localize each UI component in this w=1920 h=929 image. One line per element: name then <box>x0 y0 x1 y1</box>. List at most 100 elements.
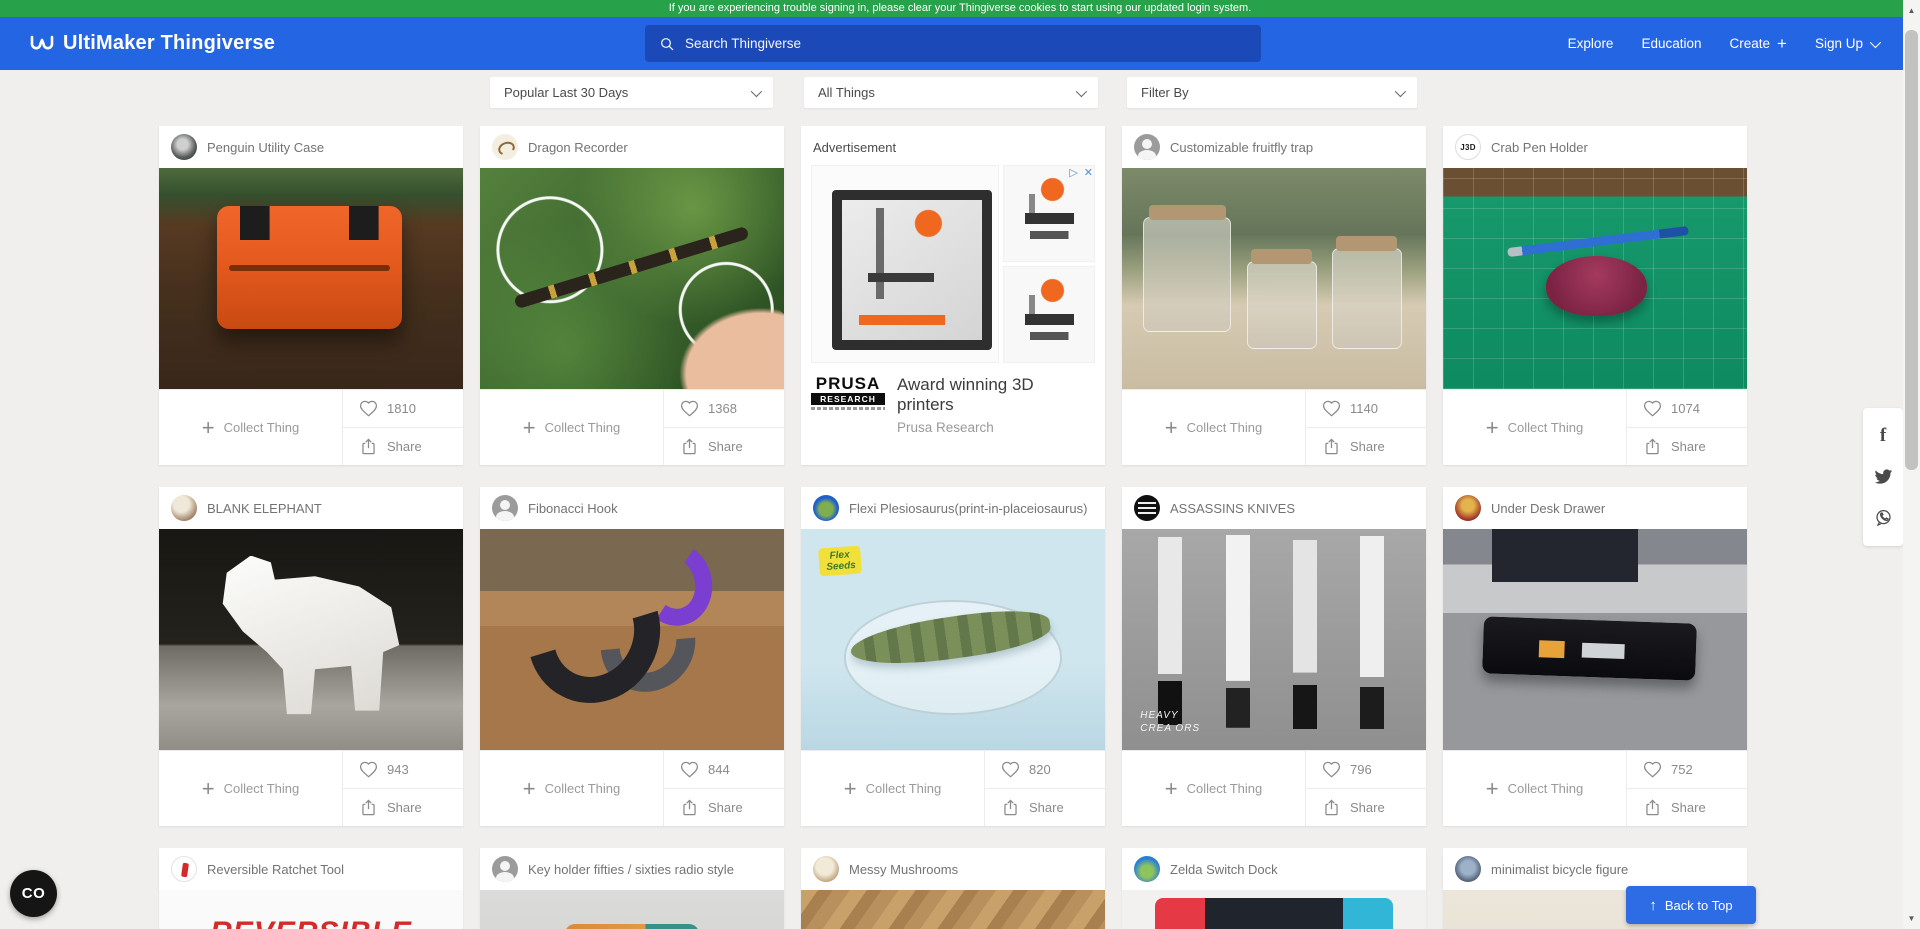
avatar[interactable] <box>1134 856 1160 882</box>
scrollbar-thumb[interactable] <box>1905 30 1918 470</box>
share-button[interactable]: Share <box>343 788 463 826</box>
ad-image-main[interactable] <box>811 165 999 363</box>
share-button[interactable]: Share <box>985 788 1105 826</box>
collect-thing-button[interactable]: +Collect Thing <box>1122 390 1305 465</box>
nav-create[interactable]: Create+ <box>1730 35 1787 52</box>
thing-title[interactable]: Penguin Utility Case <box>207 140 324 155</box>
thing-title[interactable]: Messy Mushrooms <box>849 862 958 877</box>
like-button[interactable]: 1074 <box>1627 390 1747 427</box>
thing-title[interactable]: Customizable fruitfly trap <box>1170 140 1313 155</box>
like-button[interactable]: 943 <box>343 751 463 788</box>
like-button[interactable]: 1140 <box>1306 390 1426 427</box>
thing-image[interactable]: Flex Seeds <box>801 529 1105 750</box>
thing-title[interactable]: Key holder fifties / sixties radio style <box>528 862 734 877</box>
collect-thing-button[interactable]: +Collect Thing <box>1122 751 1305 826</box>
ad-headline[interactable]: Award winning 3D printers <box>897 375 1095 416</box>
thing-title[interactable]: ASSASSINS KNIVES <box>1170 501 1295 516</box>
thing-title[interactable]: minimalist bicycle figure <box>1491 862 1628 877</box>
thing-image[interactable] <box>159 168 463 389</box>
collect-thing-button[interactable]: +Collect Thing <box>801 751 984 826</box>
thing-image[interactable] <box>1122 168 1426 389</box>
thing-image[interactable] <box>159 529 463 750</box>
thing-image[interactable] <box>480 890 784 929</box>
thing-image[interactable]: REVERSIBLE <box>159 890 463 929</box>
nav-education[interactable]: Education <box>1641 36 1701 51</box>
thing-image[interactable] <box>1122 890 1426 929</box>
share-icon <box>1001 798 1020 817</box>
avatar[interactable] <box>813 495 839 521</box>
thing-image[interactable] <box>1443 168 1747 389</box>
like-button[interactable]: 796 <box>1306 751 1426 788</box>
cookie-consent-button[interactable]: CO <box>10 870 57 917</box>
share-button[interactable]: Share <box>1627 427 1747 465</box>
share-button[interactable]: Share <box>343 427 463 465</box>
filter-by-dropdown[interactable]: Filter By <box>1127 77 1417 108</box>
thing-title[interactable]: Under Desk Drawer <box>1491 501 1605 516</box>
share-button[interactable]: Share <box>1627 788 1747 826</box>
scrollbar[interactable]: ▲ ▼ <box>1903 0 1920 929</box>
thing-title[interactable]: Flexi Plesiosaurus(print-in-placeiosauru… <box>849 501 1087 516</box>
avatar[interactable] <box>171 495 197 521</box>
twitter-icon[interactable] <box>1873 467 1893 487</box>
ad-image-thumb[interactable] <box>1003 266 1095 363</box>
avatar[interactable] <box>171 134 197 160</box>
whatsapp-icon[interactable] <box>1873 508 1893 528</box>
thing-title[interactable]: Fibonacci Hook <box>528 501 618 516</box>
monitor-shape <box>1492 529 1638 582</box>
search-input[interactable] <box>685 36 1247 51</box>
ad-media[interactable]: ▷ ✕ <box>811 165 1095 363</box>
facebook-icon[interactable]: f <box>1873 426 1893 446</box>
avatar[interactable] <box>1455 495 1481 521</box>
thing-title[interactable]: Reversible Ratchet Tool <box>207 862 344 877</box>
thing-title[interactable]: Dragon Recorder <box>528 140 628 155</box>
thing-image[interactable] <box>1443 529 1747 750</box>
collect-thing-button[interactable]: +Collect Thing <box>159 751 342 826</box>
thing-title[interactable]: Crab Pen Holder <box>1491 140 1588 155</box>
like-button[interactable]: 844 <box>664 751 784 788</box>
thing-image[interactable] <box>480 168 784 389</box>
collect-thing-button[interactable]: +Collect Thing <box>480 751 663 826</box>
nav-sign-up[interactable]: Sign Up <box>1815 36 1878 51</box>
avatar[interactable] <box>492 856 518 882</box>
avatar[interactable] <box>1134 495 1160 521</box>
avatar[interactable] <box>492 495 518 521</box>
collect-thing-button[interactable]: +Collect Thing <box>159 390 342 465</box>
social-share-bar: f <box>1863 408 1903 546</box>
avatar[interactable] <box>813 856 839 882</box>
search-bar[interactable] <box>645 25 1261 62</box>
share-button[interactable]: Share <box>1306 427 1426 465</box>
sort-dropdown[interactable]: Popular Last 30 Days <box>490 77 773 108</box>
category-dropdown[interactable]: All Things <box>804 77 1098 108</box>
like-button[interactable]: 752 <box>1627 751 1747 788</box>
ad-image-thumb[interactable] <box>1003 165 1095 262</box>
back-to-top-button[interactable]: ↑ Back to Top <box>1626 886 1756 924</box>
ad-close-icon[interactable]: ✕ <box>1084 166 1093 179</box>
nav-explore[interactable]: Explore <box>1568 36 1614 51</box>
avatar[interactable]: J3D <box>1455 134 1481 160</box>
thing-title[interactable]: Zelda Switch Dock <box>1170 862 1278 877</box>
like-button[interactable]: 1368 <box>664 390 784 427</box>
like-count: 820 <box>1029 762 1051 777</box>
avatar[interactable] <box>1134 134 1160 160</box>
like-button[interactable]: 820 <box>985 751 1105 788</box>
share-button[interactable]: Share <box>664 788 784 826</box>
avatar[interactable] <box>171 856 197 882</box>
collect-thing-button[interactable]: +Collect Thing <box>1443 751 1626 826</box>
avatar[interactable] <box>492 134 518 160</box>
thing-image[interactable]: HEAVY CREA ORS <box>1122 529 1426 750</box>
share-button[interactable]: Share <box>1306 788 1426 826</box>
plus-icon: + <box>844 778 857 800</box>
brand-home-link[interactable]: UltiMaker Thingiverse <box>30 17 275 70</box>
collect-thing-button[interactable]: +Collect Thing <box>1443 390 1626 465</box>
like-button[interactable]: 1810 <box>343 390 463 427</box>
thing-title[interactable]: BLANK ELEPHANT <box>207 501 322 516</box>
adchoices-icon[interactable]: ▷ <box>1069 166 1077 179</box>
collect-thing-button[interactable]: +Collect Thing <box>480 390 663 465</box>
scroll-down-arrow-icon[interactable]: ▼ <box>1903 910 1920 927</box>
thing-image[interactable] <box>480 529 784 750</box>
thing-image[interactable] <box>801 890 1105 929</box>
heart-icon <box>1001 760 1020 779</box>
avatar[interactable] <box>1455 856 1481 882</box>
share-button[interactable]: Share <box>664 427 784 465</box>
scroll-up-arrow-icon[interactable]: ▲ <box>1903 2 1920 19</box>
